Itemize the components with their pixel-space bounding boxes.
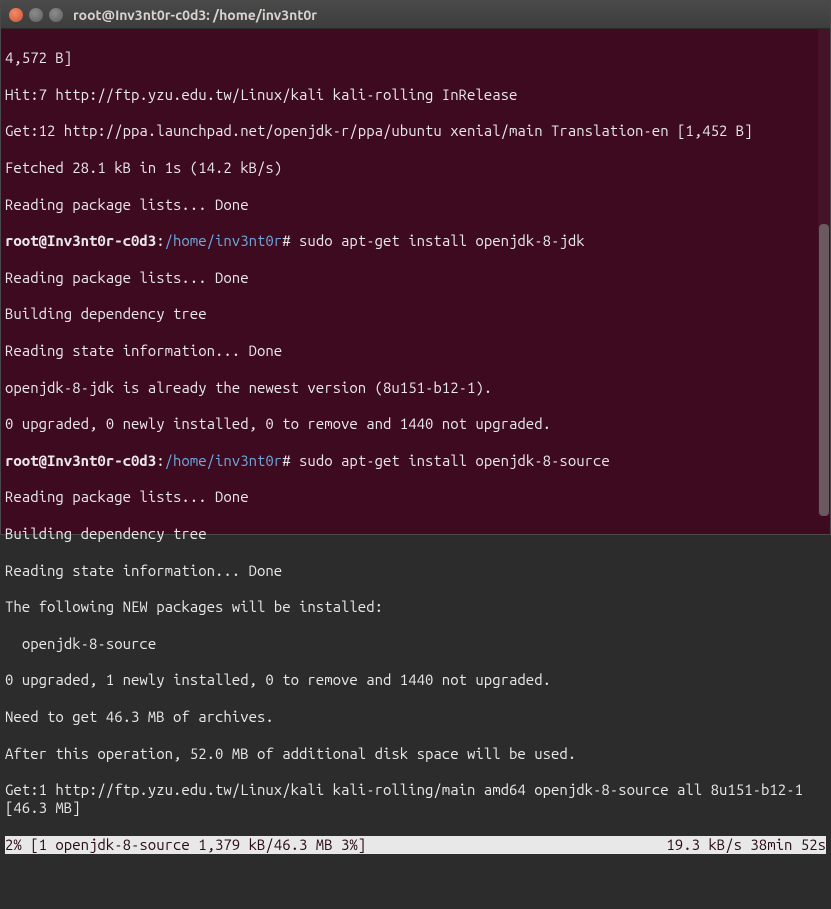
output-line: 0 upgraded, 1 newly installed, 0 to remo… (5, 671, 826, 689)
prompt-line: root@Inv3nt0r-c0d3:/home/inv3nt0r# sudo … (5, 452, 826, 470)
terminal-window: root@Inv3nt0r-c0d3: /home/inv3nt0r 4,572… (0, 0, 831, 535)
output-line: Hit:7 http://ftp.yzu.edu.tw/Linux/kali k… (5, 86, 826, 104)
prompt-path: /home/inv3nt0r (165, 232, 283, 249)
scrollbar-thumb[interactable] (819, 224, 829, 516)
output-line: Need to get 46.3 MB of archives. (5, 708, 826, 726)
prompt-user-host: root@Inv3nt0r-c0d3 (5, 232, 156, 249)
prompt-sep: : (156, 452, 164, 469)
progress-right: 19.3 kB/s 38min 52s (666, 836, 826, 854)
output-line: openjdk-8-jdk is already the newest vers… (5, 379, 826, 397)
close-icon[interactable] (9, 8, 23, 22)
output-line: Reading package lists... Done (5, 269, 826, 287)
prompt-path: /home/inv3nt0r (165, 452, 283, 469)
maximize-icon[interactable] (49, 8, 63, 22)
output-line: Building dependency tree (5, 305, 826, 323)
window-controls (9, 8, 63, 22)
output-line: Get:1 http://ftp.yzu.edu.tw/Linux/kali k… (5, 781, 826, 818)
command-text: sudo apt-get install openjdk-8-source (299, 452, 610, 469)
output-line: 4,572 B] (5, 49, 826, 67)
output-line: After this operation, 52.0 MB of additio… (5, 745, 826, 763)
prompt-sep: : (156, 232, 164, 249)
prompt-end: # (282, 232, 290, 249)
output-line: Building dependency tree (5, 525, 826, 543)
output-line: Reading state information... Done (5, 562, 826, 580)
output-line: Reading package lists... Done (5, 196, 826, 214)
output-line: Fetched 28.1 kB in 1s (14.2 kB/s) (5, 159, 826, 177)
window-title: root@Inv3nt0r-c0d3: /home/inv3nt0r (73, 7, 317, 23)
output-line: 0 upgraded, 0 newly installed, 0 to remo… (5, 415, 826, 433)
progress-left: 2% [1 openjdk-8-source 1,379 kB/46.3 MB … (5, 836, 366, 854)
command-text: sudo apt-get install openjdk-8-jdk (299, 232, 585, 249)
output-line: openjdk-8-source (5, 635, 826, 653)
minimize-icon[interactable] (29, 8, 43, 22)
terminal-body[interactable]: 4,572 B] Hit:7 http://ftp.yzu.edu.tw/Lin… (1, 29, 830, 534)
prompt-line: root@Inv3nt0r-c0d3:/home/inv3nt0r# sudo … (5, 232, 826, 250)
prompt-user-host: root@Inv3nt0r-c0d3 (5, 452, 156, 469)
output-line: Reading package lists... Done (5, 488, 826, 506)
titlebar[interactable]: root@Inv3nt0r-c0d3: /home/inv3nt0r (1, 1, 830, 29)
output-line: The following NEW packages will be insta… (5, 598, 826, 616)
prompt-end: # (282, 452, 290, 469)
scrollbar[interactable] (818, 29, 830, 516)
output-line: Reading state information... Done (5, 342, 826, 360)
output-line: Get:12 http://ppa.launchpad.net/openjdk-… (5, 122, 826, 140)
download-progress: 2% [1 openjdk-8-source 1,379 kB/46.3 MB … (5, 836, 826, 854)
